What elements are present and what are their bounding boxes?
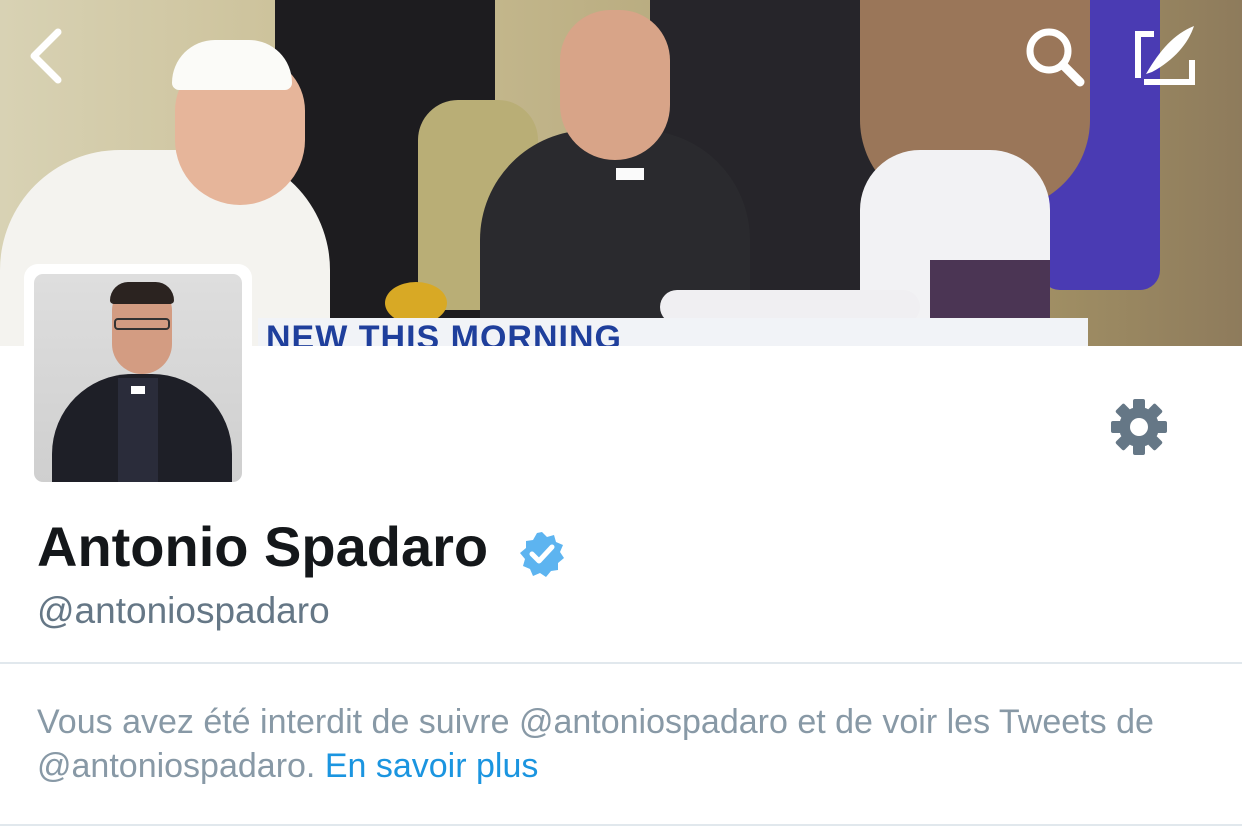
blocked-notice: Vous avez été interdit de suivre @antoni… <box>37 700 1217 788</box>
gear-icon <box>1111 399 1167 455</box>
blocked-notice-text: Vous avez été interdit de suivre @antoni… <box>37 703 1154 785</box>
divider <box>0 662 1242 664</box>
avatar-collar <box>131 386 145 394</box>
divider-bottom <box>0 824 1242 826</box>
avatar-hair <box>110 282 174 304</box>
settings-button[interactable] <box>1108 396 1170 458</box>
avatar-photo <box>34 274 242 482</box>
compose-tweet-icon <box>1135 26 1195 85</box>
search-icon <box>1026 28 1085 87</box>
search-button[interactable] <box>1018 20 1090 92</box>
compose-tweet-button[interactable] <box>1130 20 1202 92</box>
banner-zucchetto <box>172 40 292 90</box>
profile-handle: @antoniospadaro <box>37 590 330 631</box>
profile-avatar[interactable] <box>24 264 252 492</box>
banner-face-center <box>560 10 670 160</box>
chevron-left-icon <box>30 28 62 84</box>
verified-badge-icon <box>518 530 566 578</box>
banner-collar-center <box>616 168 644 180</box>
banner-caption: NEW THIS MORNING <box>258 318 1088 346</box>
learn-more-link[interactable]: En savoir plus <box>325 747 539 785</box>
profile-name: Antonio Spadaro <box>37 515 489 578</box>
avatar-glasses <box>114 318 170 330</box>
back-button[interactable] <box>12 20 84 92</box>
